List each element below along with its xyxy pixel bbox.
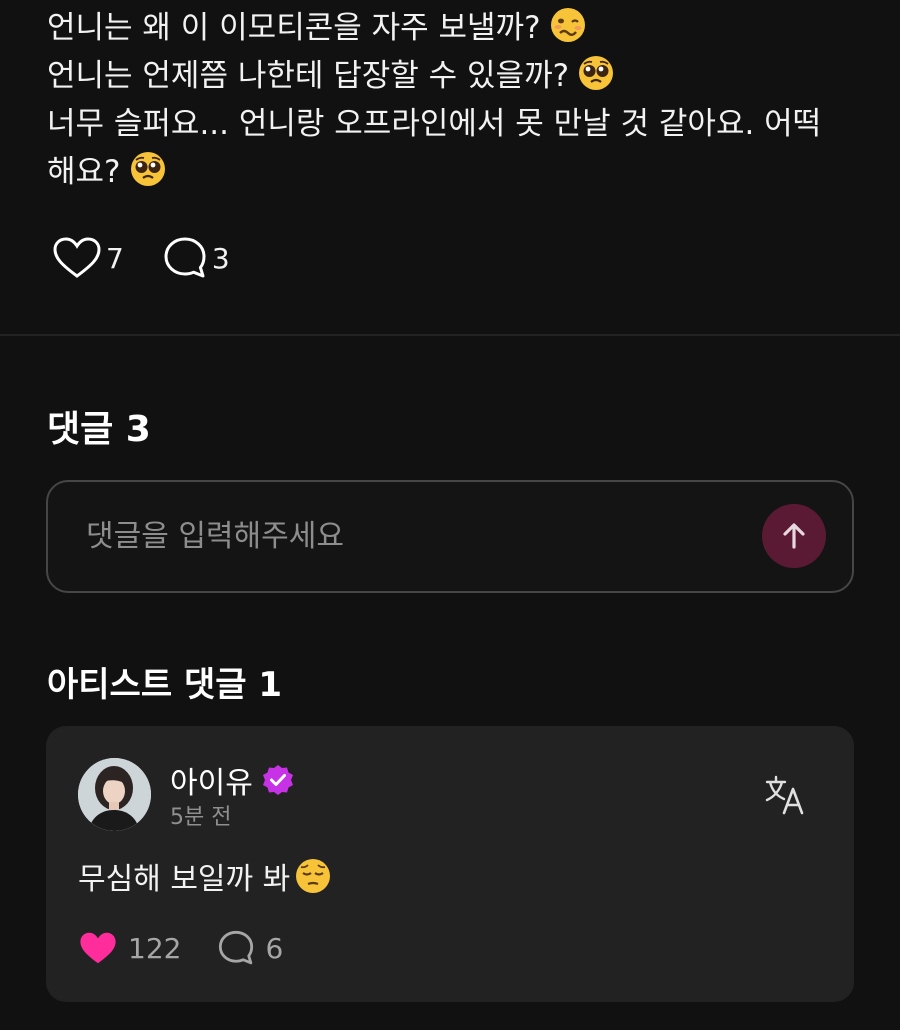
arrow-up-icon bbox=[783, 523, 805, 549]
comment-reply-count: 6 bbox=[265, 931, 284, 965]
post-line: 너무 슬퍼요... 언니랑 오프라인에서 못 만날 것 같아요. 어떡 bbox=[47, 106, 822, 142]
comment-bubble-icon bbox=[164, 237, 206, 278]
verified-badge-icon bbox=[261, 763, 295, 797]
post-actions: 7 3 bbox=[52, 234, 230, 282]
heart-filled-icon bbox=[80, 932, 116, 964]
post-like-button[interactable]: 7 bbox=[52, 236, 124, 280]
woozy-face-emoji-icon bbox=[550, 8, 585, 42]
comment-like-button[interactable]: 122 bbox=[78, 930, 181, 966]
author-name[interactable]: 아이유 bbox=[170, 758, 253, 802]
send-comment-button[interactable] bbox=[762, 504, 826, 568]
comments-heading: 댓글 3 bbox=[47, 409, 151, 450]
post-line: 해요? bbox=[47, 148, 867, 196]
pensive-face-emoji-icon bbox=[296, 859, 331, 893]
post-comment-count: 3 bbox=[211, 241, 230, 275]
pleading-face-emoji-icon bbox=[130, 152, 165, 186]
comment-reply-button[interactable]: 6 bbox=[217, 929, 283, 967]
comment-actions: 122 6 bbox=[78, 926, 283, 970]
post-like-count: 7 bbox=[106, 241, 124, 275]
comment-like-count: 122 bbox=[128, 931, 182, 965]
post-comment-button[interactable]: 3 bbox=[162, 235, 230, 281]
comment-bubble-icon bbox=[219, 930, 254, 965]
artist-comments-heading: 아티스트 댓글 1 bbox=[47, 665, 283, 705]
author-row: 아이유 bbox=[170, 758, 295, 802]
post-line: 언니는 언제쯤 나한테 답장할 수 있을까? bbox=[47, 52, 867, 100]
comment-input-container bbox=[46, 480, 854, 593]
artist-avatar-image bbox=[78, 758, 151, 831]
translate-icon bbox=[765, 775, 804, 815]
pleading-face-emoji-icon bbox=[579, 56, 614, 90]
comment-input[interactable] bbox=[86, 510, 746, 562]
translate-button[interactable] bbox=[764, 774, 808, 816]
comment-text: 무심해 보일까 봐 bbox=[78, 854, 332, 898]
comment-text-content: 무심해 보일까 봐 bbox=[78, 862, 291, 897]
section-divider bbox=[0, 334, 900, 336]
post-line: 언니는 왜 이 이모티콘을 자주 보낼까? bbox=[47, 4, 867, 52]
heart-outline-icon bbox=[53, 237, 101, 278]
artist-comment-card: 아이유 5분 전 무심해 보일까 봐 122 6 bbox=[46, 726, 854, 1002]
avatar[interactable] bbox=[78, 758, 151, 831]
comment-timestamp: 5분 전 bbox=[170, 805, 232, 830]
post-content: 언니는 왜 이 이모티콘을 자주 보낼까? 언니는 언제쯤 나한테 답장할 수 … bbox=[47, 4, 867, 196]
